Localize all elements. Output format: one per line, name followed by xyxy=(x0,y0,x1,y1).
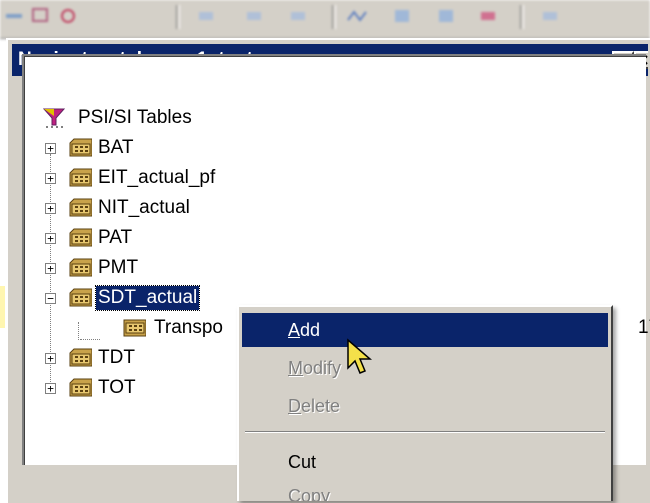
toolbar-button[interactable] xyxy=(478,6,500,26)
filter-icon xyxy=(42,108,66,128)
tree-item-label: PAT xyxy=(98,227,133,248)
tree-item-label: EIT_actual_pf xyxy=(98,167,216,188)
toolbar-separator xyxy=(176,5,180,29)
menu-item-delete[interactable]: Delete xyxy=(242,389,608,423)
table-icon xyxy=(69,228,92,247)
tree-item-nit-actual[interactable]: + NIT_actual xyxy=(42,196,342,226)
menu-separator xyxy=(245,431,605,433)
expand-toggle[interactable]: + xyxy=(45,143,56,154)
menu-item-label-rest: elete xyxy=(301,396,341,416)
menu-item-modify[interactable]: Modify xyxy=(242,351,608,385)
toolbar-button[interactable] xyxy=(288,6,310,26)
menu-item-mnemonic: A xyxy=(288,320,301,340)
mouse-cursor-icon xyxy=(347,338,373,374)
toolbar-button[interactable] xyxy=(392,6,414,26)
menu-item-label: Copy xyxy=(288,486,331,501)
expand-toggle[interactable]: + xyxy=(45,203,56,214)
tree-item-trailing-text: 17 xyxy=(638,317,650,338)
tree-item-label: TDT xyxy=(98,347,135,368)
tree-item-label: TOT xyxy=(98,377,136,398)
table-icon xyxy=(69,378,92,397)
toolbar-separator xyxy=(332,5,336,29)
table-icon xyxy=(69,168,92,187)
toolbar-button[interactable] xyxy=(196,6,218,26)
tree-root[interactable]: PSI/SI Tables xyxy=(42,106,342,136)
toolbar-button[interactable] xyxy=(58,6,80,26)
expand-toggle[interactable]: + xyxy=(45,233,56,244)
collapse-toggle[interactable]: − xyxy=(45,293,56,304)
toolbar-button[interactable] xyxy=(346,6,368,26)
tree-item-pat[interactable]: + PAT xyxy=(42,226,342,256)
table-entry-icon xyxy=(123,319,146,337)
tree-item-label: PMT xyxy=(98,257,139,278)
expand-toggle[interactable]: + xyxy=(45,173,56,184)
menu-item-mnemonic: D xyxy=(288,396,301,416)
expand-toggle[interactable]: + xyxy=(45,353,56,364)
menu-item-cut[interactable]: Cut xyxy=(242,445,608,479)
tree-item-label: Transpo xyxy=(154,317,223,338)
toolbar-separator xyxy=(520,5,524,29)
expand-toggle[interactable]: + xyxy=(45,383,56,394)
table-icon xyxy=(69,258,92,277)
toolbar-button[interactable] xyxy=(30,6,52,26)
menu-item-add[interactable]: Add xyxy=(242,313,608,347)
menu-item-copy[interactable]: Copy xyxy=(242,479,608,501)
context-menu: Add Modify Delete Cut Copy xyxy=(237,305,613,501)
expand-toggle[interactable]: + xyxy=(45,263,56,274)
tree-item-eit-actual-pf[interactable]: + EIT_actual_pf xyxy=(42,166,342,196)
table-icon xyxy=(69,198,92,217)
table-icon xyxy=(69,138,92,157)
table-icon xyxy=(69,288,92,307)
menu-item-label-rest: dd xyxy=(300,320,321,340)
toolbar-button[interactable] xyxy=(244,6,266,26)
menu-item-mnemonic: M xyxy=(288,358,303,378)
table-icon xyxy=(69,348,92,367)
tree-item-label: BAT xyxy=(98,137,134,158)
toolbar xyxy=(0,0,650,39)
toolbar-button[interactable] xyxy=(4,6,26,26)
tree-item-bat[interactable]: + BAT xyxy=(42,136,342,166)
menu-item-label-rest: odify xyxy=(303,358,342,378)
tree-root-label: PSI/SI Tables xyxy=(78,107,192,128)
tree-item-label: NIT_actual xyxy=(98,197,190,218)
toolbar-button[interactable] xyxy=(540,6,562,26)
background-strip xyxy=(0,286,5,328)
tree-item-label-selected: SDT_actual xyxy=(94,285,201,311)
tree-item-pmt[interactable]: + PMT xyxy=(42,256,342,286)
toolbar-button[interactable] xyxy=(436,6,458,26)
